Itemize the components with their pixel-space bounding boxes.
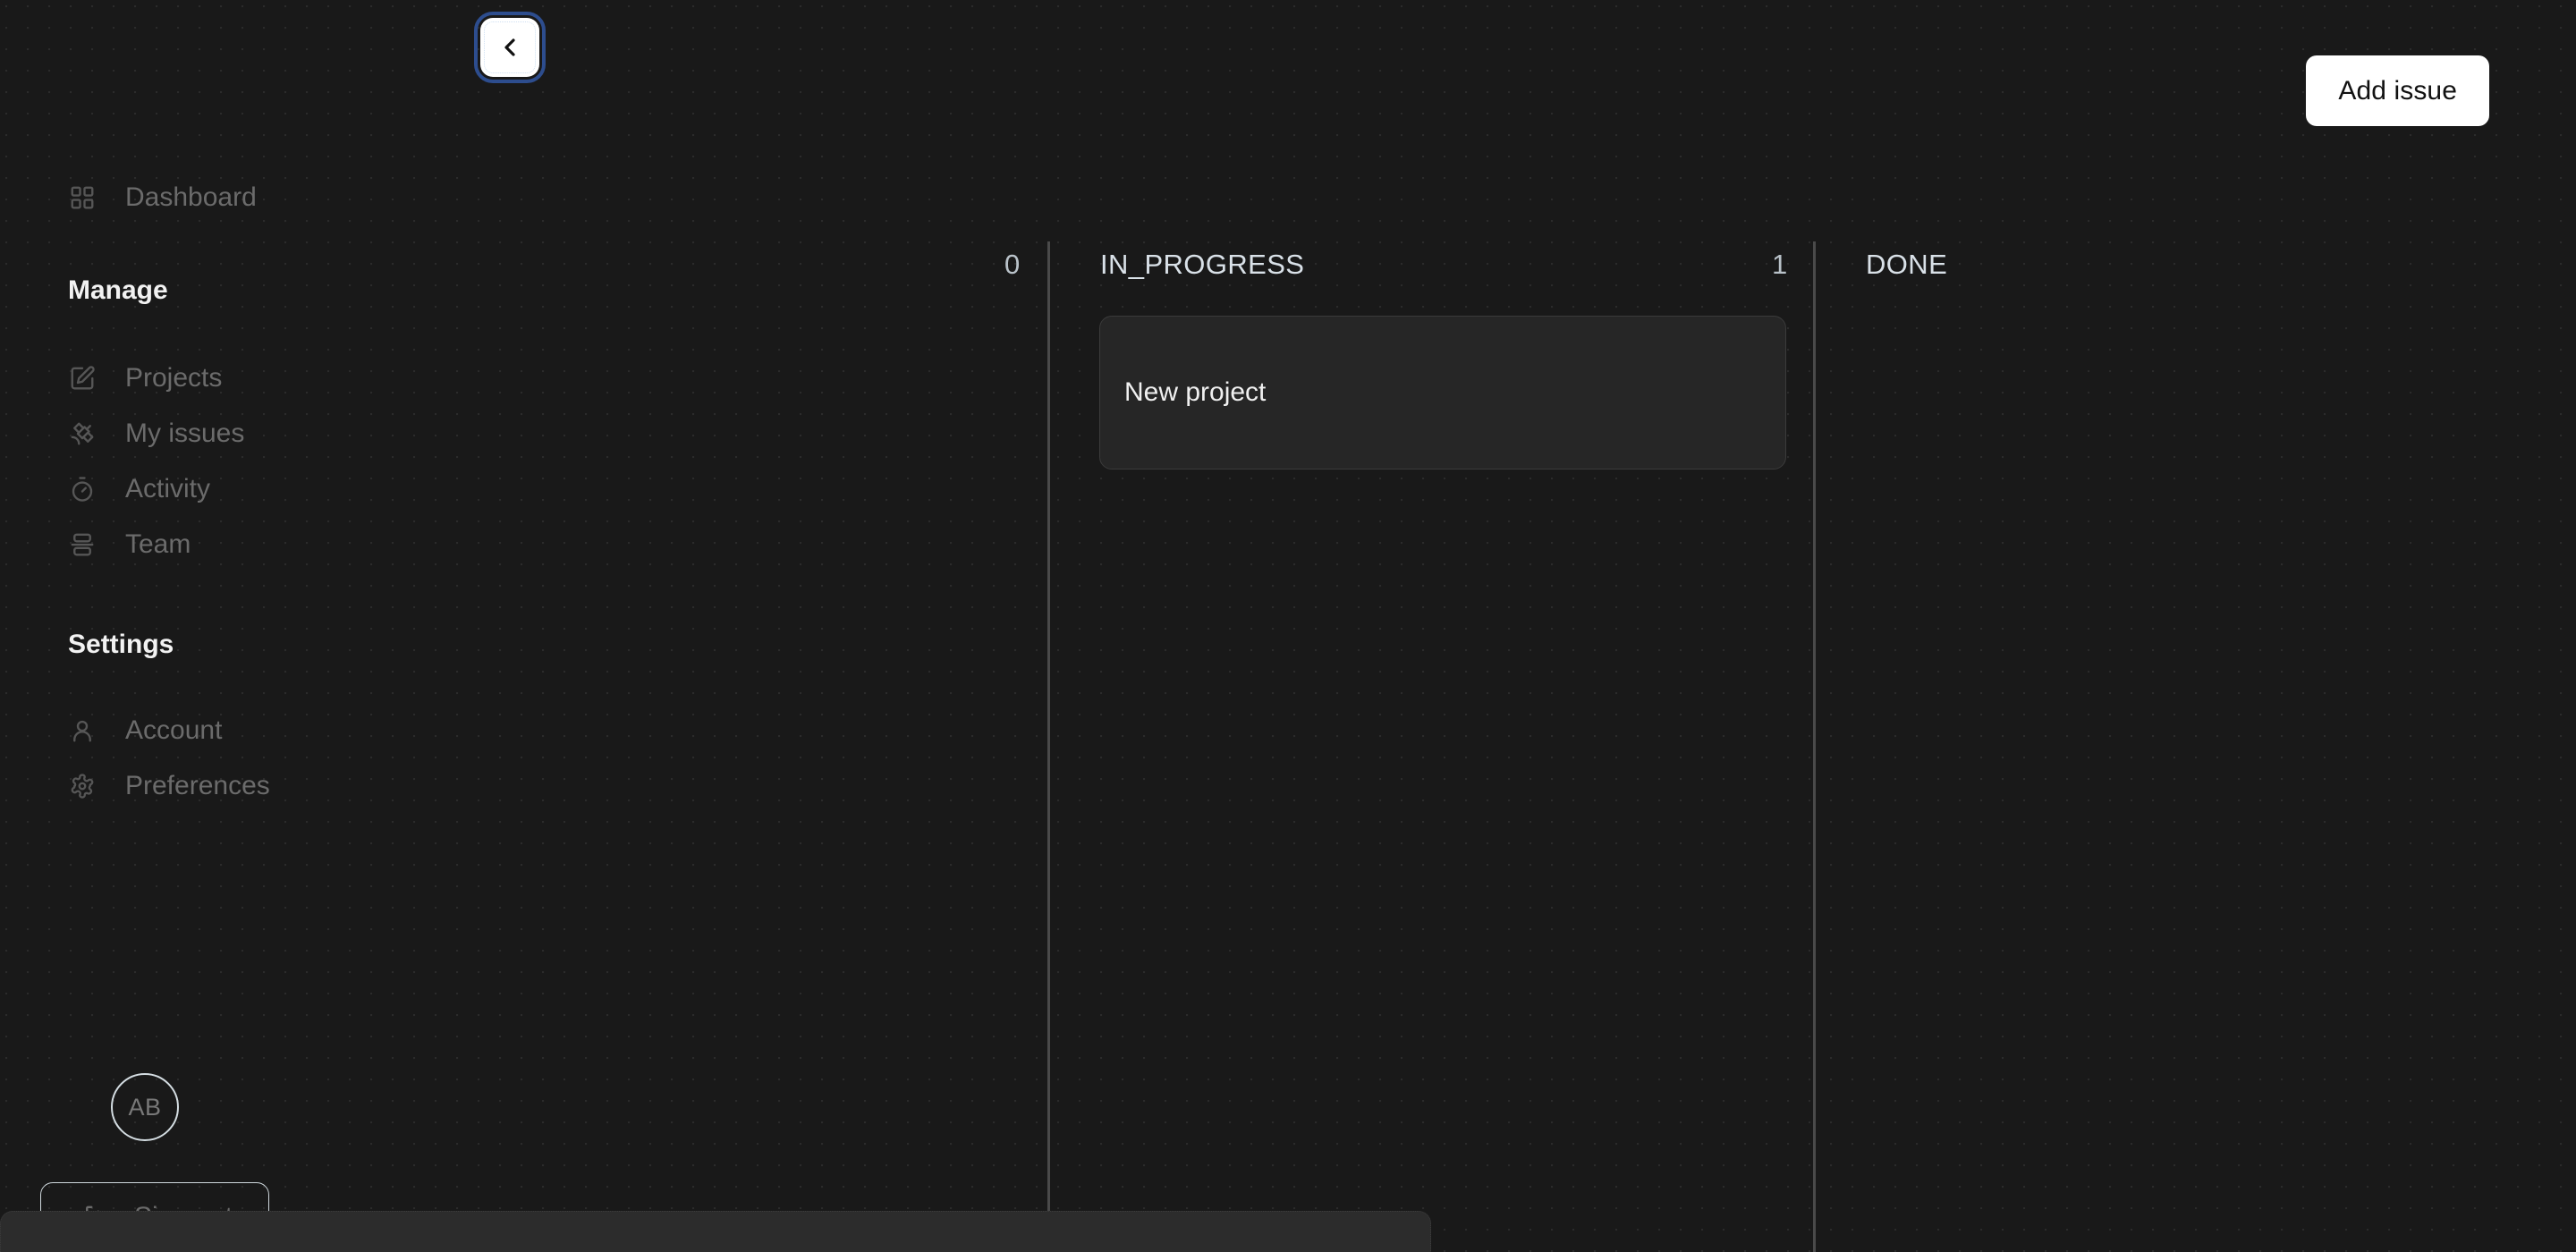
sidebar-item-team[interactable]: Team: [0, 517, 1048, 572]
satellite-icon: [63, 414, 102, 453]
sidebar-account-cluster: AB Sign out: [0, 1073, 1431, 1252]
column-header-done[interactable]: DONE: [1866, 243, 1947, 284]
bottom-popup-sliver: [0, 1211, 1431, 1252]
column-header-in-progress[interactable]: IN_PROGRESS: [1100, 243, 1304, 284]
issue-card-title: New project: [1124, 377, 1267, 407]
sidebar-item-label-my-issues: My issues: [125, 419, 245, 448]
sidebar-item-label-preferences: Preferences: [125, 771, 270, 800]
column-count-wrap-in-progress: 1: [1772, 243, 1787, 284]
chevron-left-icon: [496, 33, 524, 62]
gear-icon: [63, 766, 102, 806]
sidebar-item-account[interactable]: Account: [0, 703, 1048, 758]
column-title-in-progress: IN_PROGRESS: [1100, 248, 1305, 280]
sidebar-group-title-manage: Manage: [68, 275, 168, 305]
column-divider-2: [1813, 241, 1816, 1252]
sidebar-item-activity[interactable]: Activity: [0, 461, 1048, 517]
app-root: 0 IN_PROGRESS 1 DONE New project Add iss…: [0, 0, 2576, 1252]
add-issue-button[interactable]: Add issue: [2306, 55, 2489, 126]
sidebar-group-title-settings: Settings: [68, 630, 174, 659]
sidebar-item-label-projects: Projects: [125, 363, 223, 393]
column-count-in-progress: 1: [1772, 248, 1788, 280]
issue-card[interactable]: New project: [1099, 316, 1786, 470]
column-title-done: DONE: [1866, 248, 1948, 280]
sidebar-item-label-dashboard: Dashboard: [125, 182, 257, 212]
collapse-sidebar-button[interactable]: [474, 12, 546, 83]
sidebar-item-label-activity: Activity: [125, 474, 211, 503]
avatar[interactable]: AB: [111, 1073, 179, 1141]
sidebar-item-label-account: Account: [125, 715, 223, 745]
sidebar-item-label-team: Team: [125, 529, 191, 559]
user-icon: [63, 711, 102, 750]
sidebar-item-dashboard[interactable]: Dashboard: [0, 170, 1048, 225]
timer-icon: [63, 470, 102, 509]
square-pen-icon: [63, 359, 102, 398]
sidebar-item-my-issues[interactable]: My issues: [0, 406, 1048, 461]
rows-icon: [63, 525, 102, 564]
sidebar-item-preferences[interactable]: Preferences: [0, 758, 1048, 814]
sidebar-item-projects[interactable]: Projects: [0, 351, 1048, 406]
layout-grid-icon: [63, 178, 102, 217]
